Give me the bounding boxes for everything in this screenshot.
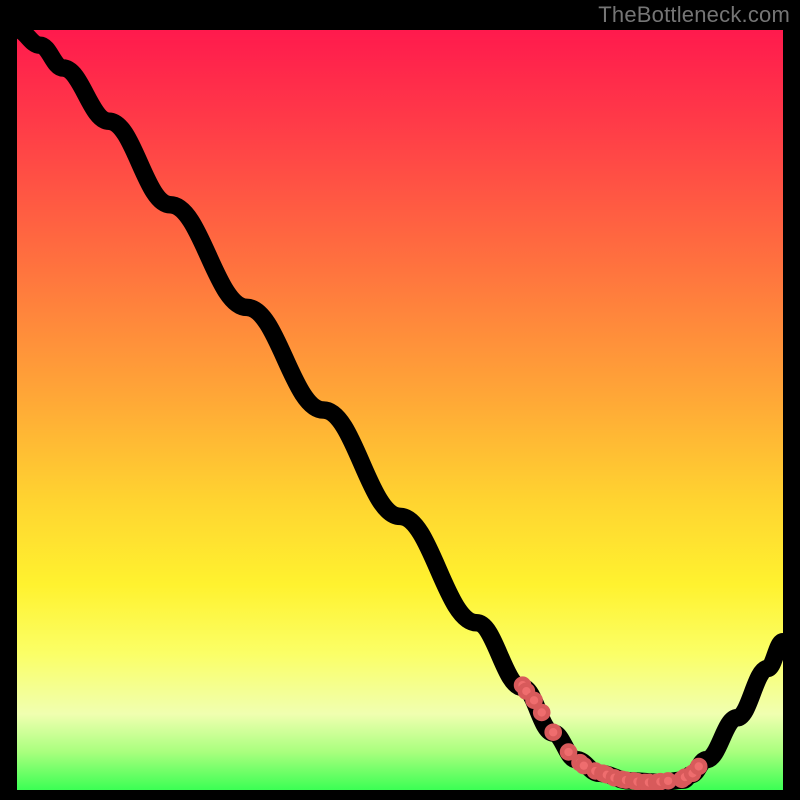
- marker-dot: [562, 746, 575, 759]
- bottleneck-curve: [17, 30, 783, 782]
- marker-dot: [662, 774, 675, 787]
- marker-dot: [692, 760, 705, 773]
- chart-overlay: [17, 30, 783, 790]
- watermark-label: TheBottleneck.com: [598, 2, 790, 28]
- marker-dot: [535, 706, 548, 719]
- marker-dot: [547, 726, 560, 739]
- chart-frame: TheBottleneck.com: [0, 0, 800, 800]
